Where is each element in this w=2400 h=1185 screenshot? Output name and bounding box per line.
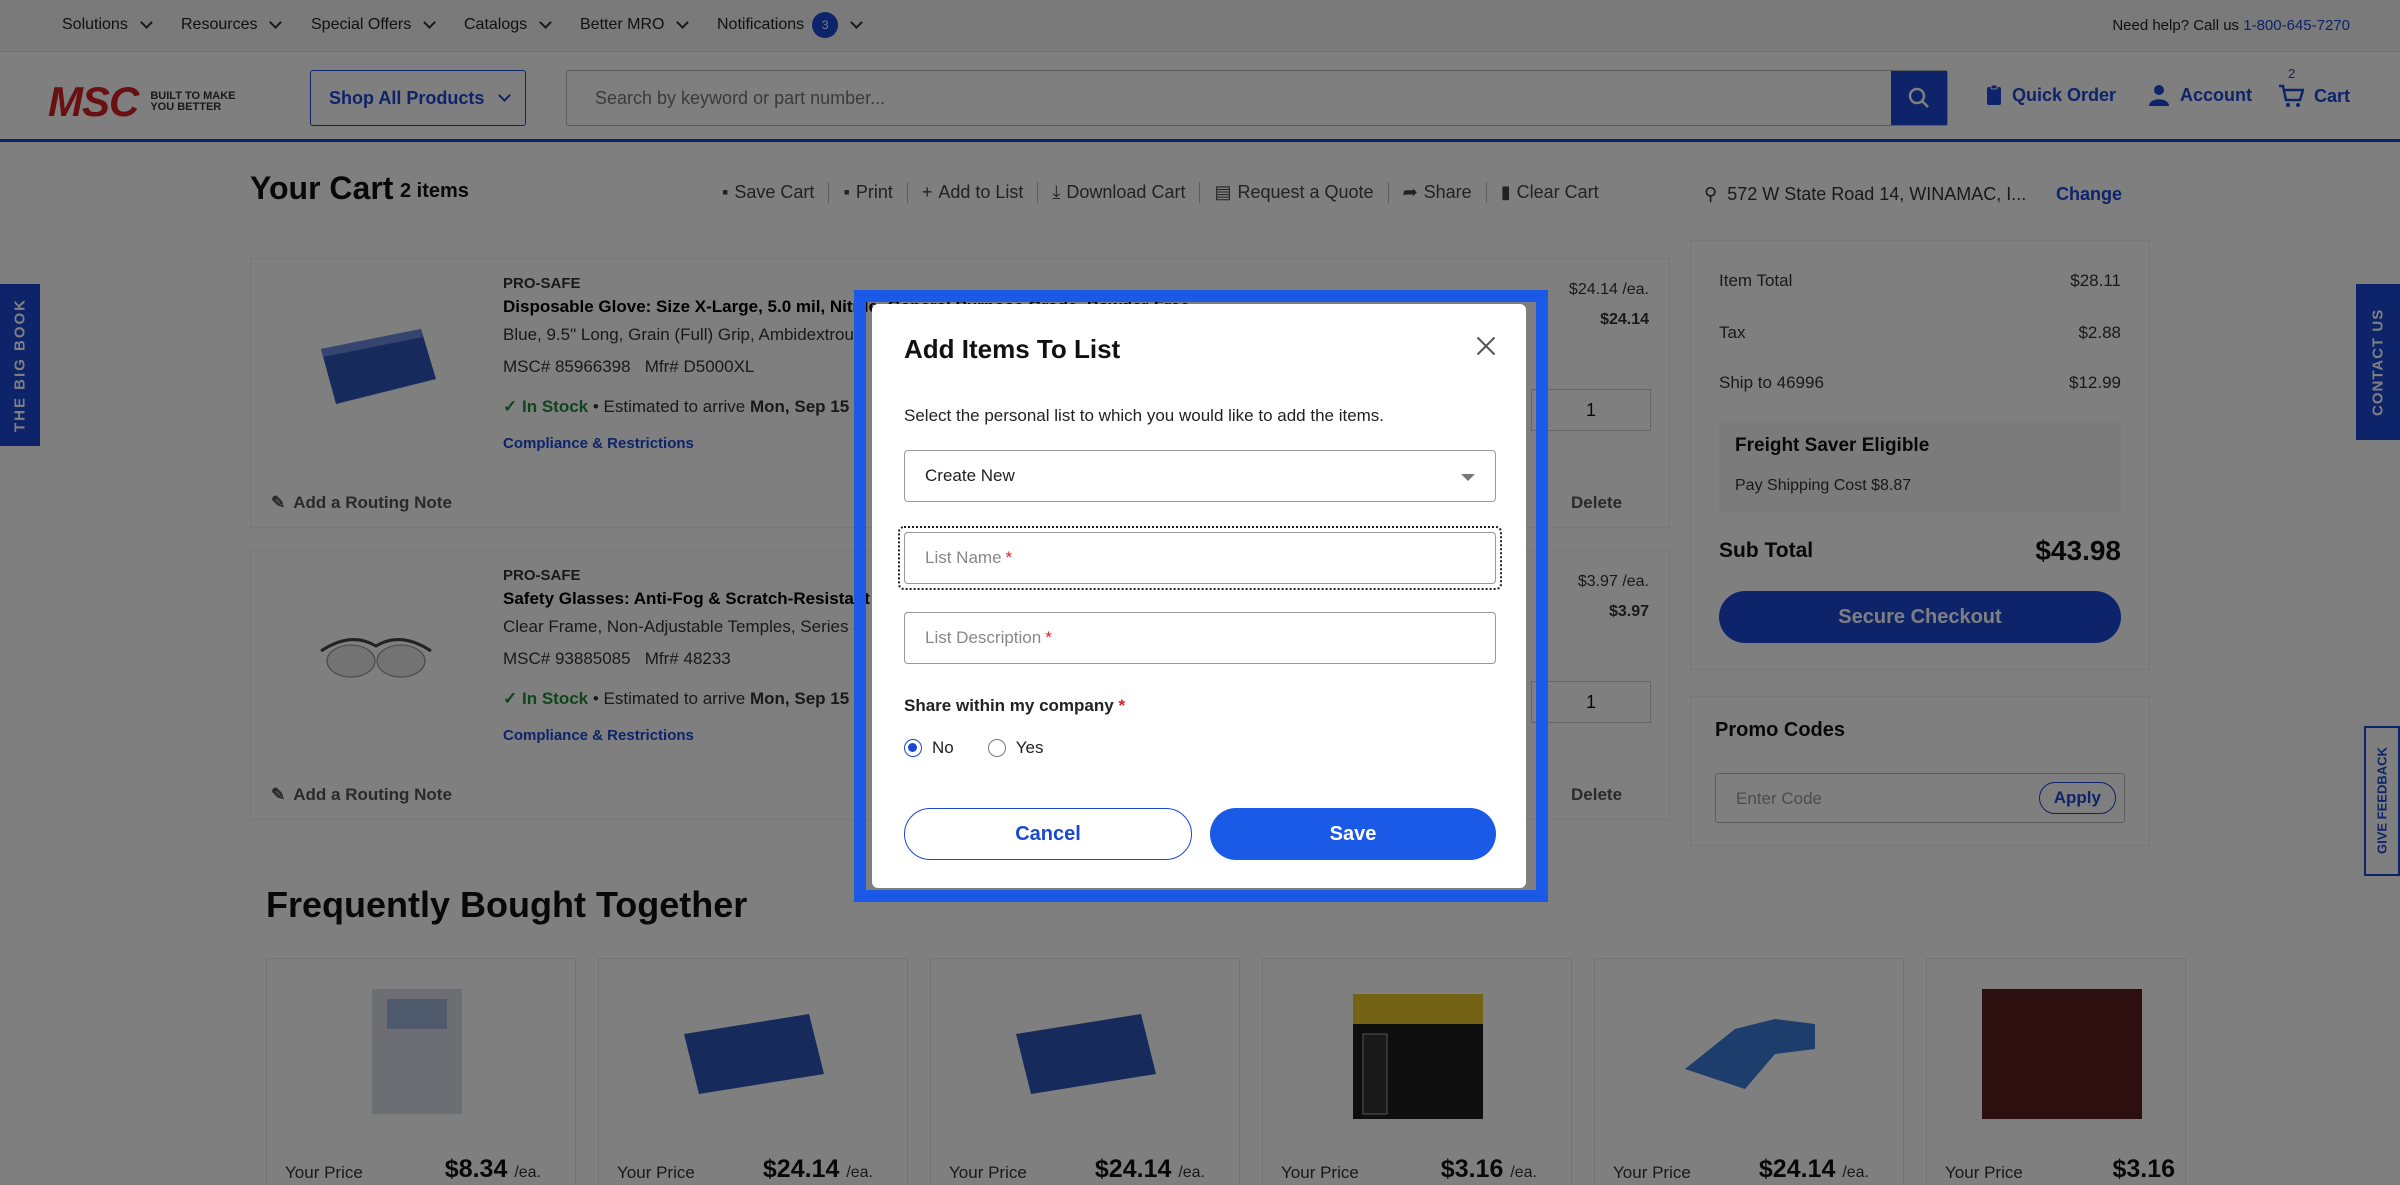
list-description-placeholder: List Description [925, 628, 1042, 647]
share-no-radio[interactable] [904, 739, 922, 757]
save-button[interactable]: Save [1210, 808, 1496, 860]
dialog-instructions: Select the personal list to which you wo… [904, 406, 1385, 425]
share-yes-radio[interactable] [987, 739, 1006, 757]
list-name-input[interactable]: List Name * [904, 532, 1496, 584]
share-radio-group: No Yes [904, 738, 1043, 758]
list-select[interactable]: Create New [904, 450, 1496, 502]
share-yes-label: Yes [1015, 738, 1044, 757]
list-description-input[interactable]: List Description * [904, 612, 1496, 664]
add-to-list-dialog: Add Items To List Select the personal li… [872, 304, 1526, 888]
list-name-placeholder: List Name [925, 548, 1002, 567]
required-marker: * [1045, 628, 1052, 647]
close-icon[interactable] [1474, 334, 1498, 358]
list-select-value: Create New [925, 466, 1015, 485]
caret-down-icon [1461, 474, 1475, 481]
dialog-title: Add Items To List [904, 334, 1121, 364]
required-marker: * [1005, 548, 1013, 567]
share-label: Share within my company * [904, 696, 1125, 716]
share-label-text: Share within my company [904, 696, 1114, 715]
share-no-label: No [932, 738, 954, 757]
cancel-button[interactable]: Cancel [904, 808, 1192, 860]
required-marker: * [1118, 696, 1126, 715]
